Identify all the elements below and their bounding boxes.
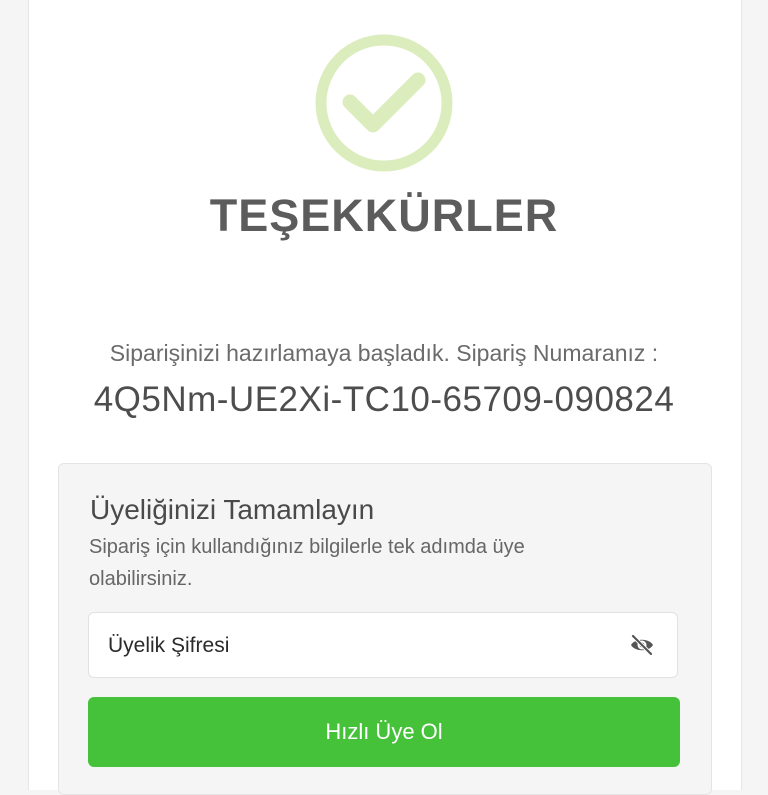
membership-title: Üyeliğinizi Tamamlayın bbox=[90, 494, 375, 525]
eye-off-icon[interactable] bbox=[629, 633, 655, 657]
quick-signup-button[interactable]: Hızlı Üye Ol bbox=[88, 697, 680, 767]
order-number: 4Q5Nm-UE2Xi-TC10-65709-090824 bbox=[93, 380, 675, 419]
membership-description: Sipariş için kullandığınız bilgilerle te… bbox=[89, 536, 525, 590]
password-field[interactable]: Üyelik Şifresi bbox=[88, 612, 678, 678]
order-info-text: Siparişinizi hazırlamaya başladık. Sipar… bbox=[109, 340, 659, 366]
check-circle-icon bbox=[315, 34, 453, 172]
password-placeholder: Üyelik Şifresi bbox=[108, 634, 230, 657]
page-title: TEŞEKKÜRLER bbox=[209, 190, 559, 241]
